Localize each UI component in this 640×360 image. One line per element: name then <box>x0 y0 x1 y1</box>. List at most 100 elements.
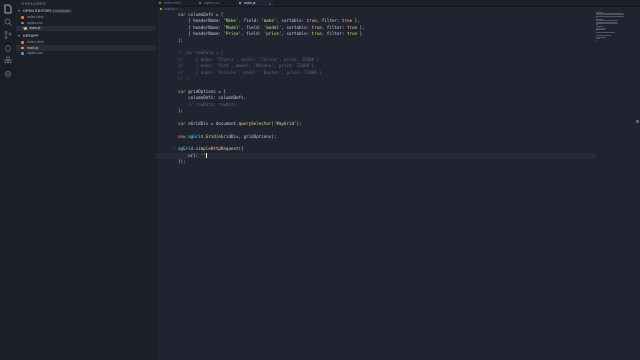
code-token: ]; <box>178 37 184 43</box>
minimap-line <box>596 32 615 34</box>
code-token: // var rowData = [ <box>178 50 224 56</box>
minimap-line <box>596 24 598 25</box>
code-token: var <box>178 120 189 126</box>
tab-index-html[interactable]: index.html <box>156 0 196 6</box>
code-token: 'make' <box>261 18 277 24</box>
code-token: 'Price' <box>223 31 242 37</box>
code-token: gridOptions = { <box>188 88 226 94</box>
css-file-icon <box>21 21 24 25</box>
code-token: true <box>311 24 322 30</box>
code-token: 'model' <box>263 24 282 30</box>
code-token: 'Model' <box>223 24 242 30</box>
js-file-icon <box>21 46 24 50</box>
code-token: Grid <box>205 133 216 139</box>
code-editor[interactable]: 22 var columnDefs = [ { headerName: 'Mak… <box>156 12 596 360</box>
code-token: eGridDiv = document. <box>188 120 239 126</box>
text-cursor <box>205 153 207 159</box>
minimap[interactable] <box>596 12 636 42</box>
minimap-line <box>596 16 597 18</box>
unsaved-badge: 1 UNSAVED <box>51 8 72 13</box>
close-icon[interactable]: × <box>269 1 271 6</box>
code-token: // { make: 'Porsche', model: 'Boxter', p… <box>178 69 322 75</box>
code-line[interactable]: ]; <box>178 38 183 44</box>
html-file-icon <box>159 1 162 5</box>
code-token: url: <box>178 152 201 158</box>
code-token: var <box>178 88 189 94</box>
code-token: // rowData: rowData <box>178 101 236 107</box>
code-token: , sortable: <box>281 31 312 37</box>
js-file-icon <box>160 7 163 11</box>
code-token: }, <box>357 24 365 30</box>
code-line[interactable]: }; <box>178 108 183 114</box>
html-file-icon <box>21 41 24 44</box>
code-line[interactable]: // { make: 'Porsche', model: 'Boxter', p… <box>178 70 322 76</box>
js-file-icon <box>24 27 27 30</box>
code-token: , field: <box>241 24 264 30</box>
js-file-icon <box>239 1 242 5</box>
minimap-line <box>596 34 611 36</box>
source-control-icon[interactable] <box>3 30 13 40</box>
tab-styles-css[interactable]: styles.css <box>196 0 236 6</box>
css-file-icon <box>21 52 24 55</box>
code-token: }); <box>178 159 186 165</box>
code-token: { headerName: <box>178 18 224 24</box>
code-line[interactable]: }); <box>178 159 186 165</box>
code-token: agGrid <box>178 146 194 152</box>
code-token: '#myGrid' <box>273 120 297 126</box>
project-section[interactable]: ▾ DEFAPP <box>16 33 156 39</box>
explorer-title: EXPLORER <box>22 1 47 6</box>
code-token: true <box>346 24 358 30</box>
code-token: querySelector <box>238 120 272 126</box>
extensions-icon[interactable] <box>3 56 13 66</box>
line-number <box>156 159 176 165</box>
code-token: // { make: 'Ford', model: 'Mondeo', pric… <box>178 63 317 69</box>
code-line[interactable]: new agGrid.Grid(eGridDiv, gridOptions); <box>178 134 276 140</box>
code-token: 'Make' <box>223 18 239 24</box>
search-icon[interactable] <box>3 17 13 27</box>
code-token: // { make: 'Toyota', model: 'Celica', pr… <box>178 56 322 62</box>
project-file-item[interactable]: styles.css <box>16 51 156 57</box>
code-line[interactable]: // ]; <box>178 76 191 82</box>
code-line[interactable]: { headerName: 'Price', field: 'price', s… <box>178 31 362 37</box>
settings-icon[interactable] <box>3 69 13 79</box>
html-file-icon <box>21 16 24 19</box>
code-token: new <box>178 133 189 139</box>
code-token: columnDefs: columnDefs, <box>178 95 247 101</box>
minimap-line <box>596 39 598 41</box>
editor-tabs: index.html styles.css main.js × <box>156 0 640 7</box>
open-editor-item-active[interactable]: ● main.js <box>16 25 156 31</box>
code-line[interactable]: // rowData: rowData <box>178 102 236 108</box>
code-token: ); <box>296 120 302 126</box>
breadcrumb[interactable]: main.js > ... <box>160 7 182 11</box>
activity-bar <box>0 0 17 360</box>
code-token: simpleHttpRequest <box>195 146 239 152</box>
chevron-down-icon: ▾ <box>18 33 21 38</box>
code-token: true <box>341 18 353 24</box>
tab-main-js[interactable]: main.js × <box>236 0 274 6</box>
code-token: , sortable: <box>276 18 307 24</box>
current-line-highlight <box>156 152 596 160</box>
css-file-icon <box>199 1 202 5</box>
code-token: true <box>311 31 322 37</box>
code-token: , field: <box>241 31 264 37</box>
explorer-sidebar: EXPLORER ▾ OPEN EDITORS 1 UNSAVED index.… <box>16 0 157 360</box>
code-token: , field: <box>238 18 262 24</box>
code-line[interactable]: var eGridDiv = document.querySelector('#… <box>178 121 302 127</box>
debug-icon[interactable] <box>3 43 13 53</box>
open-editors-section[interactable]: ▾ OPEN EDITORS 1 UNSAVED <box>16 8 156 14</box>
code-token: , filter: <box>321 31 347 37</box>
code-token: ({ <box>238 146 244 152</box>
code-token: // ]; <box>178 76 191 81</box>
code-token: true <box>306 18 317 24</box>
files-icon[interactable] <box>3 4 13 14</box>
code-token: , filter: <box>316 18 342 24</box>
code-token: var <box>178 12 189 17</box>
minimap-line <box>596 28 605 30</box>
code-token: }, <box>352 18 360 24</box>
code-token: , sortable: <box>281 24 312 30</box>
scrollbar-marker[interactable] <box>636 120 639 123</box>
code-token: (eGridDiv, gridOptions); <box>215 133 277 139</box>
code-token: { headerName: <box>178 31 224 37</box>
code-token: , filter: <box>321 24 347 30</box>
code-token: agGrid <box>188 133 204 139</box>
